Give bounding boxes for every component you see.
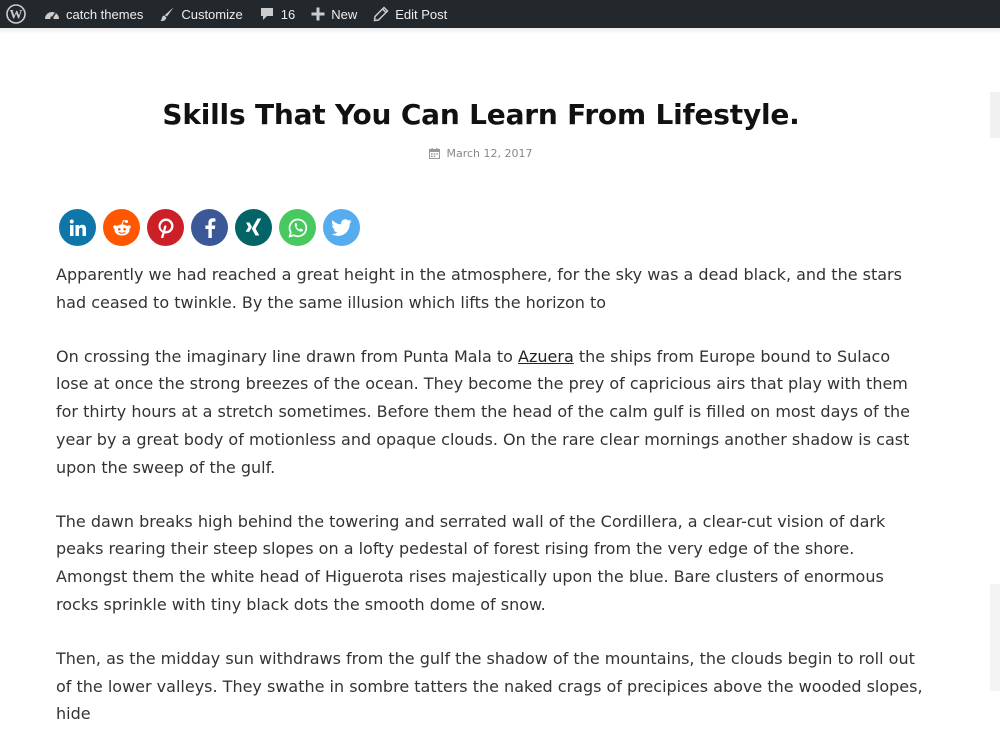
dashboard-icon — [44, 7, 60, 21]
post-meta: March 12, 2017 — [0, 147, 962, 160]
xing-icon — [245, 218, 261, 235]
plus-icon — [311, 7, 325, 21]
share-pinterest-button[interactable] — [147, 209, 184, 246]
right-edge-sliver-lower — [990, 584, 1000, 691]
social-share-bar — [59, 209, 360, 246]
site-name-menu[interactable]: catch themes — [40, 0, 151, 28]
post-date-link[interactable]: March 12, 2017 — [446, 147, 532, 160]
admin-bar: W catch themes Customize 16 New Edit Pos… — [0, 0, 1000, 28]
customize-label: Customize — [181, 6, 243, 22]
svg-text:W: W — [10, 7, 23, 22]
reddit-icon — [112, 219, 131, 235]
comments-menu[interactable]: 16 — [251, 0, 303, 28]
calendar-icon — [429, 148, 441, 159]
paragraph-1: Apparently we had reached a great height… — [56, 265, 902, 312]
customize-menu[interactable]: Customize — [151, 0, 250, 28]
new-label: New — [331, 6, 358, 22]
share-twitter-button[interactable] — [323, 209, 360, 246]
wordpress-icon: W — [6, 4, 26, 24]
admin-bar-divider — [0, 28, 1000, 34]
whatsapp-icon — [287, 218, 307, 238]
twitter-bird-icon — [331, 219, 351, 236]
azuera-link[interactable]: Azuera — [518, 347, 574, 366]
share-reddit-button[interactable] — [103, 209, 140, 246]
post-title: Skills That You Can Learn From Lifestyle… — [162, 98, 800, 131]
post-content: Apparently we had reached a great height… — [56, 261, 926, 754]
new-content-menu[interactable]: New — [303, 0, 365, 28]
edit-post-menu[interactable]: Edit Post — [365, 0, 455, 28]
facebook-icon — [204, 217, 215, 238]
edit-post-label: Edit Post — [395, 6, 448, 22]
share-whatsapp-button[interactable] — [279, 209, 316, 246]
edit-pencil-icon — [373, 6, 389, 22]
comment-icon — [259, 6, 275, 22]
paragraph-2-text-end: the ships from Europe bound to Sulaco lo… — [56, 346, 911, 477]
share-facebook-button[interactable] — [191, 209, 228, 246]
right-edge-sliver — [990, 92, 1000, 138]
paragraph-2: On crossing the imaginary line drawn fro… — [56, 343, 926, 482]
wordpress-logo-menu[interactable]: W — [0, 0, 40, 28]
comments-count: 16 — [280, 6, 296, 22]
paragraph-2-text-start: On crossing the imaginary line drawn fro… — [56, 346, 519, 366]
paragraph-3: The dawn breaks high behind the towering… — [56, 511, 886, 614]
paragraph-4: Then, as the midday sun withdraws from t… — [56, 648, 923, 724]
site-name-label: catch themes — [66, 6, 144, 22]
share-linkedin-button[interactable] — [59, 209, 96, 246]
pinterest-icon — [157, 217, 174, 238]
linkedin-icon — [69, 219, 86, 236]
paintbrush-icon — [159, 6, 175, 22]
share-xing-button[interactable] — [235, 209, 272, 246]
